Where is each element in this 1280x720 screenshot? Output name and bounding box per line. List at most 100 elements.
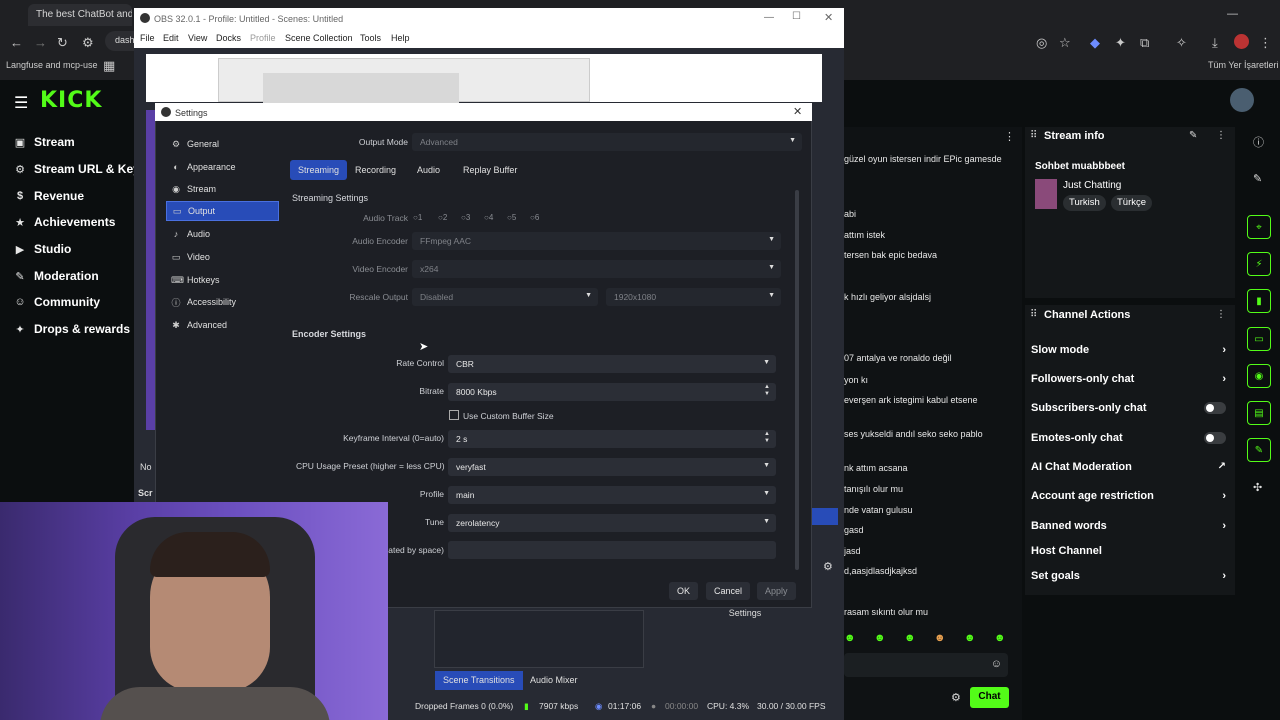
video-encoder-select[interactable]: x264 ▼ [412,260,781,278]
action-account-age[interactable]: Account age restriction › [1031,490,1226,502]
kick-logo[interactable]: KICK [40,88,102,113]
settings-nav-audio[interactable]: ♪ Audio [166,224,279,244]
menu-scene-collection[interactable]: Scene Collection [285,33,353,43]
quick-action-icon[interactable]: ⚡ [1247,252,1271,276]
rescale-output-select[interactable]: Disabled ▼ [412,288,598,306]
emote-icon[interactable]: ☻ [994,632,1006,644]
chat-send-button[interactable]: Chat [970,687,1009,708]
kick-nav-studio[interactable]: ▶ Studio [14,242,72,256]
audio-encoder-select[interactable]: FFmpeg AAC ▼ [412,232,781,250]
rescale-resolution-select[interactable]: 1920x1080 ▼ [606,288,781,306]
maximize-icon[interactable]: ☐ [792,11,801,22]
settings-nav-stream[interactable]: ◉ Stream [166,179,279,199]
forward-icon[interactable]: → [34,35,47,50]
audio-track-radio[interactable]: ○2 [438,213,447,222]
spin-arrows-icon[interactable]: ▲ ▼ [764,384,770,398]
close-icon[interactable]: ✕ [824,11,833,24]
drag-handle-icon[interactable]: ⠿ [1030,309,1037,320]
kick-nav-moderation[interactable]: ✎ Moderation [14,269,98,283]
apply-button[interactable]: Apply [757,582,796,600]
page-info-icon[interactable]: ⚙ [82,35,94,51]
quick-action-icon[interactable]: ▮ [1247,289,1271,313]
cpu-preset-select[interactable]: veryfast ▼ [448,458,776,476]
back-icon[interactable]: ← [10,35,23,50]
minimize-icon[interactable]: — [764,12,774,23]
menu-docks[interactable]: Docks [216,33,241,43]
menu-tools[interactable]: Tools [360,33,381,43]
menu-profile[interactable]: Profile [250,33,276,43]
settings-nav-general[interactable]: ⚙ General [166,134,279,154]
tab-audio-mixer[interactable]: Audio Mixer [522,671,586,690]
kick-nav-achievements[interactable]: ★ Achievements [14,215,115,229]
bookmarks-icon[interactable]: ✧ [1176,35,1187,51]
audio-track-radio[interactable]: ○5 [507,213,516,222]
emoji-icon[interactable]: ☺ [991,658,1002,670]
custom-buffer-checkbox[interactable] [449,410,459,420]
output-mode-select[interactable]: Advanced ▼ [412,133,802,151]
all-bookmarks[interactable]: Tüm Yer İşaretleri [1208,60,1279,70]
settings-nav-hotkeys[interactable]: ⌨ Hotkeys [166,270,279,290]
extension-icon[interactable]: ✦ [1115,35,1126,51]
action-slow-mode[interactable]: Slow mode › [1031,344,1226,356]
kick-nav-revenue[interactable]: $ Revenue [14,189,84,203]
profile-avatar[interactable] [1234,34,1249,49]
puzzle-icon[interactable]: ⧉ [1140,35,1149,51]
quick-action-icon[interactable]: ▭ [1247,327,1271,351]
close-icon[interactable]: ✕ [793,105,802,118]
add-icon[interactable]: ✣ [1253,481,1262,494]
chat-menu-icon[interactable]: ⋮ [1004,130,1015,143]
pen-icon[interactable]: ✎ [1253,172,1262,185]
star-icon[interactable]: ☆ [1059,35,1071,51]
kick-nav-community[interactable]: ☺ Community [14,295,100,309]
chat-input[interactable]: ☺ [844,653,1008,677]
emote-icon[interactable]: ☻ [934,632,946,644]
quick-action-icon[interactable]: ◉ [1247,364,1271,388]
gear-icon[interactable]: ⚙ [823,560,833,573]
spin-arrows-icon[interactable]: ▲ ▼ [764,431,770,445]
action-ai-moderation[interactable]: AI Chat Moderation ↗ [1031,461,1226,473]
emote-icon[interactable]: ☻ [904,632,916,644]
reload-icon[interactable]: ↻ [57,35,68,51]
extension-icon[interactable]: ◆ [1090,35,1100,51]
audio-track-radio[interactable]: ○4 [484,213,493,222]
emotes-toggle[interactable] [1204,432,1226,444]
quick-action-icon[interactable]: ✎ [1247,438,1271,462]
emote-icon[interactable]: ☻ [844,632,856,644]
action-subscribers-only[interactable]: Subscribers-only chat [1031,402,1226,414]
action-emotes-only[interactable]: Emotes-only chat [1031,432,1226,444]
menu-view[interactable]: View [188,33,207,43]
settings-scrollbar[interactable] [795,190,799,570]
settings-nav-video[interactable]: ▭ Video [166,247,279,267]
menu-help[interactable]: Help [391,33,410,43]
menu-dots-icon[interactable]: ⋮ [1259,35,1272,51]
bitrate-input[interactable]: 8000 Kbps ▲ ▼ [448,383,776,401]
kick-nav-stream-url[interactable]: ⚙ Stream URL & Key [14,162,140,176]
tab-streaming[interactable]: Streaming [290,160,348,180]
apps-icon[interactable]: ▦ [103,58,115,74]
tag[interactable]: Türkçe [1111,195,1153,211]
subscribers-toggle[interactable] [1204,402,1226,414]
kick-nav-stream[interactable]: ▣ Stream [14,135,75,149]
bookmark-item[interactable]: Langfuse and mcp-use [6,60,98,70]
profile-select[interactable]: main ▼ [448,486,776,504]
obs-preview[interactable] [146,54,822,103]
action-host-channel[interactable]: Host Channel [1031,545,1226,557]
rate-control-select[interactable]: CBR ▼ [448,355,776,373]
settings-nav-advanced[interactable]: ✱ Advanced [166,315,279,335]
visibility-icon[interactable]: ◎ [1036,35,1047,51]
user-avatar[interactable] [1230,88,1254,112]
emote-icon[interactable]: ☻ [874,632,886,644]
settings-nav-appearance[interactable]: ◐ Appearance [166,157,279,177]
menu-file[interactable]: File [140,33,155,43]
audio-track-radio[interactable]: ○3 [461,213,470,222]
tune-select[interactable]: zerolatency ▼ [448,514,776,532]
settings-nav-accessibility[interactable]: ⓘ Accessibility [166,292,279,312]
download-icon[interactable]: ⤓ [1212,35,1218,51]
tab-audio[interactable]: Audio [409,160,448,180]
drag-handle-icon[interactable]: ⠿ [1030,130,1037,141]
action-set-goals[interactable]: Set goals › [1031,570,1226,582]
tag[interactable]: Turkish [1063,195,1106,211]
quick-action-icon[interactable]: ▤ [1247,401,1271,425]
tab-recording[interactable]: Recording [347,160,404,180]
minimize-icon[interactable]: — [1227,8,1238,20]
